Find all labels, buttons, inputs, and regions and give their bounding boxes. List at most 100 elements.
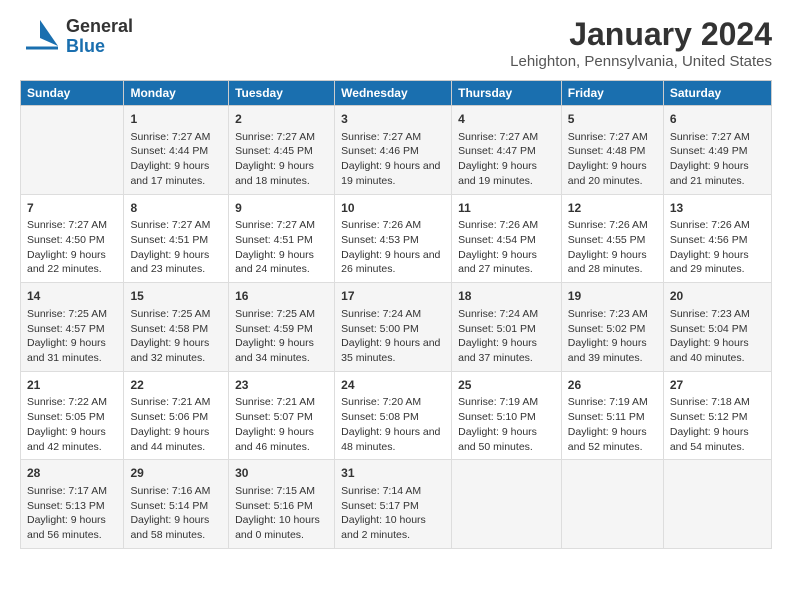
cell-info: Sunrise: 7:25 AM Sunset: 4:59 PM Dayligh… xyxy=(235,307,328,366)
day-number: 5 xyxy=(568,111,657,128)
cell-w2-d6: 20Sunrise: 7:23 AM Sunset: 5:04 PM Dayli… xyxy=(663,283,771,372)
day-number: 13 xyxy=(670,200,765,217)
cell-w1-d1: 8Sunrise: 7:27 AM Sunset: 4:51 PM Daylig… xyxy=(124,194,229,283)
day-number: 29 xyxy=(130,465,222,482)
cell-w3-d4: 25Sunrise: 7:19 AM Sunset: 5:10 PM Dayli… xyxy=(452,371,562,460)
cell-w0-d1: 1Sunrise: 7:27 AM Sunset: 4:44 PM Daylig… xyxy=(124,106,229,195)
cell-w1-d6: 13Sunrise: 7:26 AM Sunset: 4:56 PM Dayli… xyxy=(663,194,771,283)
cell-w1-d5: 12Sunrise: 7:26 AM Sunset: 4:55 PM Dayli… xyxy=(561,194,663,283)
cell-w0-d4: 4Sunrise: 7:27 AM Sunset: 4:47 PM Daylig… xyxy=(452,106,562,195)
cell-info: Sunrise: 7:25 AM Sunset: 4:58 PM Dayligh… xyxy=(130,307,222,366)
cell-w4-d5 xyxy=(561,460,663,549)
cell-info: Sunrise: 7:19 AM Sunset: 5:10 PM Dayligh… xyxy=(458,395,555,454)
cell-info: Sunrise: 7:17 AM Sunset: 5:13 PM Dayligh… xyxy=(27,484,117,543)
logo-blue: Blue xyxy=(66,37,133,57)
day-number: 27 xyxy=(670,377,765,394)
cell-w2-d4: 18Sunrise: 7:24 AM Sunset: 5:01 PM Dayli… xyxy=(452,283,562,372)
cell-info: Sunrise: 7:27 AM Sunset: 4:46 PM Dayligh… xyxy=(341,130,445,189)
cell-w0-d3: 3 Sunrise: 7:27 AM Sunset: 4:46 PM Daylig… xyxy=(335,106,452,195)
col-wednesday: Wednesday xyxy=(335,81,452,106)
day-number: 26 xyxy=(568,377,657,394)
logo-icon xyxy=(20,16,62,58)
cell-info: Sunrise: 7:14 AM Sunset: 5:17 PM Dayligh… xyxy=(341,484,445,543)
day-number: 12 xyxy=(568,200,657,217)
cell-w3-d5: 26Sunrise: 7:19 AM Sunset: 5:11 PM Dayli… xyxy=(561,371,663,460)
cell-w4-d6 xyxy=(663,460,771,549)
column-header-row: Sunday Monday Tuesday Wednesday Thursday… xyxy=(21,81,772,106)
cell-w1-d0: 7Sunrise: 7:27 AM Sunset: 4:50 PM Daylig… xyxy=(21,194,124,283)
day-number: 8 xyxy=(130,200,222,217)
page: General Blue January 2024 Lehighton, Pen… xyxy=(0,0,792,559)
day-number: 2 xyxy=(235,111,328,128)
cell-w4-d2: 30 Sunrise: 7:15 AM Sunset: 5:16 PM Dayli… xyxy=(229,460,335,549)
col-monday: Monday xyxy=(124,81,229,106)
cell-w1-d3: 10Sunrise: 7:26 AM Sunset: 4:53 PM Dayli… xyxy=(335,194,452,283)
cell-info: Sunrise: 7:19 AM Sunset: 5:11 PM Dayligh… xyxy=(568,395,657,454)
cell-info: Sunrise: 7:27 AM Sunset: 4:51 PM Dayligh… xyxy=(235,218,328,277)
cell-w4-d4 xyxy=(452,460,562,549)
cell-w4-d0: 28 Sunrise: 7:17 AM Sunset: 5:13 PM Dayli… xyxy=(21,460,124,549)
cell-w2-d0: 14 Sunrise: 7:25 AM Sunset: 4:57 PM Dayli… xyxy=(21,283,124,372)
col-tuesday: Tuesday xyxy=(229,81,335,106)
header: General Blue January 2024 Lehighton, Pen… xyxy=(20,16,772,70)
week-row-0: 1Sunrise: 7:27 AM Sunset: 4:44 PM Daylig… xyxy=(21,106,772,195)
week-row-4: 28 Sunrise: 7:17 AM Sunset: 5:13 PM Dayli… xyxy=(21,460,772,549)
cell-info: Sunrise: 7:16 AM Sunset: 5:14 PM Dayligh… xyxy=(130,484,222,543)
day-number: 14 xyxy=(27,288,117,305)
col-thursday: Thursday xyxy=(452,81,562,106)
logo-text: General Blue xyxy=(66,17,133,57)
cell-info: Sunrise: 7:27 AM Sunset: 4:44 PM Dayligh… xyxy=(130,130,222,189)
cell-w3-d6: 27Sunrise: 7:18 AM Sunset: 5:12 PM Dayli… xyxy=(663,371,771,460)
cell-w4-d3: 31 Sunrise: 7:14 AM Sunset: 5:17 PM Dayli… xyxy=(335,460,452,549)
day-number: 9 xyxy=(235,200,328,217)
cell-w1-d2: 9Sunrise: 7:27 AM Sunset: 4:51 PM Daylig… xyxy=(229,194,335,283)
cell-info: Sunrise: 7:21 AM Sunset: 5:07 PM Dayligh… xyxy=(235,395,328,454)
cell-w0-d0 xyxy=(21,106,124,195)
day-number: 25 xyxy=(458,377,555,394)
logo-general: General xyxy=(66,17,133,37)
cell-info: Sunrise: 7:27 AM Sunset: 4:47 PM Dayligh… xyxy=(458,130,555,189)
cell-info: Sunrise: 7:25 AM Sunset: 4:57 PM Dayligh… xyxy=(27,307,117,366)
cell-info: Sunrise: 7:23 AM Sunset: 5:02 PM Dayligh… xyxy=(568,307,657,366)
day-number: 31 xyxy=(341,465,445,482)
cell-info: Sunrise: 7:22 AM Sunset: 5:05 PM Dayligh… xyxy=(27,395,117,454)
day-number: 10 xyxy=(341,200,445,217)
logo: General Blue xyxy=(20,16,133,58)
cell-info: Sunrise: 7:18 AM Sunset: 5:12 PM Dayligh… xyxy=(670,395,765,454)
cell-info: Sunrise: 7:27 AM Sunset: 4:50 PM Dayligh… xyxy=(27,218,117,277)
cell-info: Sunrise: 7:27 AM Sunset: 4:48 PM Dayligh… xyxy=(568,130,657,189)
cell-w3-d3: 24Sunrise: 7:20 AM Sunset: 5:08 PM Dayli… xyxy=(335,371,452,460)
cell-info: Sunrise: 7:27 AM Sunset: 4:45 PM Dayligh… xyxy=(235,130,328,189)
day-number: 15 xyxy=(130,288,222,305)
cell-w1-d4: 11Sunrise: 7:26 AM Sunset: 4:54 PM Dayli… xyxy=(452,194,562,283)
cell-info: Sunrise: 7:26 AM Sunset: 4:53 PM Dayligh… xyxy=(341,218,445,277)
cell-w2-d3: 17 Sunrise: 7:24 AM Sunset: 5:00 PM Dayli… xyxy=(335,283,452,372)
cell-info: Sunrise: 7:24 AM Sunset: 5:00 PM Dayligh… xyxy=(341,307,445,366)
calendar-body: 1Sunrise: 7:27 AM Sunset: 4:44 PM Daylig… xyxy=(21,106,772,549)
cell-info: Sunrise: 7:15 AM Sunset: 5:16 PM Dayligh… xyxy=(235,484,328,543)
day-number: 30 xyxy=(235,465,328,482)
day-number: 23 xyxy=(235,377,328,394)
cell-info: Sunrise: 7:24 AM Sunset: 5:01 PM Dayligh… xyxy=(458,307,555,366)
page-title: January 2024 xyxy=(510,16,772,53)
day-number: 24 xyxy=(341,377,445,394)
calendar-table: Sunday Monday Tuesday Wednesday Thursday… xyxy=(20,80,772,549)
cell-info: Sunrise: 7:20 AM Sunset: 5:08 PM Dayligh… xyxy=(341,395,445,454)
day-number: 19 xyxy=(568,288,657,305)
cell-w3-d2: 23Sunrise: 7:21 AM Sunset: 5:07 PM Dayli… xyxy=(229,371,335,460)
day-number: 11 xyxy=(458,200,555,217)
col-friday: Friday xyxy=(561,81,663,106)
cell-w0-d2: 2 Sunrise: 7:27 AM Sunset: 4:45 PM Daylig… xyxy=(229,106,335,195)
cell-w3-d0: 21Sunrise: 7:22 AM Sunset: 5:05 PM Dayli… xyxy=(21,371,124,460)
cell-info: Sunrise: 7:27 AM Sunset: 4:49 PM Dayligh… xyxy=(670,130,765,189)
page-subtitle: Lehighton, Pennsylvania, United States xyxy=(510,53,772,70)
day-number: 17 xyxy=(341,288,445,305)
day-number: 28 xyxy=(27,465,117,482)
day-number: 3 xyxy=(341,111,445,128)
day-number: 6 xyxy=(670,111,765,128)
col-sunday: Sunday xyxy=(21,81,124,106)
cell-info: Sunrise: 7:26 AM Sunset: 4:54 PM Dayligh… xyxy=(458,218,555,277)
cell-w2-d1: 15 Sunrise: 7:25 AM Sunset: 4:58 PM Dayli… xyxy=(124,283,229,372)
title-block: January 2024 Lehighton, Pennsylvania, Un… xyxy=(510,16,772,70)
cell-info: Sunrise: 7:26 AM Sunset: 4:56 PM Dayligh… xyxy=(670,218,765,277)
